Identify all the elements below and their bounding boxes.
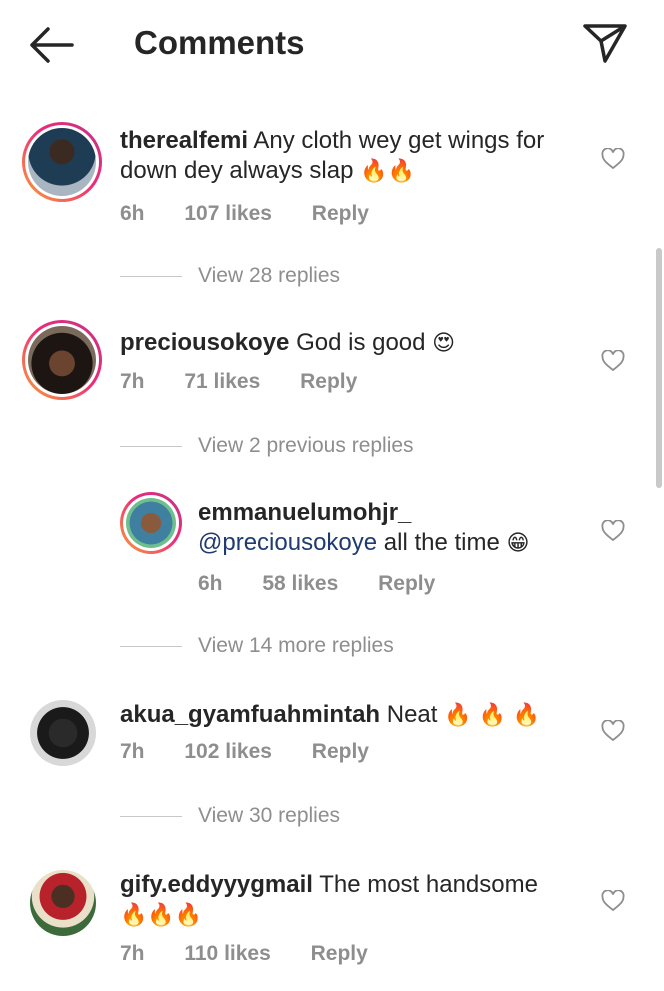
- reply-button[interactable]: Reply: [300, 370, 357, 393]
- heart-outline-icon[interactable]: [601, 890, 625, 912]
- comment-text: preciousokoye God is good 😍: [120, 328, 590, 359]
- comment-username[interactable]: preciousokoye: [120, 329, 289, 356]
- comment-text: gify.eddyyygmail The most handsome 🔥🔥🔥: [120, 870, 580, 931]
- view-replies-link[interactable]: View 28 replies: [120, 264, 340, 288]
- fire-emoji: 🔥🔥🔥: [120, 903, 203, 928]
- reply-button[interactable]: Reply: [378, 572, 435, 595]
- reply-button[interactable]: Reply: [311, 942, 368, 965]
- comment-item: preciousokoye God is good 😍 7h 71 likes …: [0, 320, 664, 470]
- comment-likes[interactable]: 110 likes: [184, 942, 270, 965]
- header-bar: Comments: [0, 0, 664, 92]
- heart-outline-icon[interactable]: [601, 148, 625, 170]
- avatar[interactable]: [30, 870, 96, 936]
- comment-username[interactable]: gify.eddyyygmail: [120, 871, 313, 898]
- heart-eyes-emoji: 😍: [432, 331, 456, 356]
- comment-likes[interactable]: 71 likes: [184, 370, 260, 393]
- comment-time: 6h: [120, 202, 145, 225]
- comment-item: gify.eddyyygmail The most handsome 🔥🔥🔥 7…: [0, 868, 664, 991]
- arrow-left-icon[interactable]: [26, 26, 76, 64]
- mention-link[interactable]: @preciousokoye: [198, 529, 377, 556]
- fire-emoji: 🔥 🔥 🔥: [444, 703, 541, 728]
- avatar[interactable]: [22, 122, 102, 202]
- comment-text: therealfemi Any cloth wey get wings for …: [120, 126, 590, 187]
- reply-likes[interactable]: 58 likes: [262, 572, 338, 595]
- scrollbar[interactable]: [656, 248, 662, 488]
- comment-item: therealfemi Any cloth wey get wings for …: [0, 118, 664, 298]
- reply-body: all the time: [383, 529, 500, 556]
- comment-username[interactable]: therealfemi: [120, 127, 248, 154]
- avatar[interactable]: [30, 700, 96, 766]
- view-previous-replies-link[interactable]: View 2 previous replies: [120, 434, 414, 458]
- reply-button[interactable]: Reply: [312, 202, 369, 225]
- comment-time: 7h: [120, 942, 145, 965]
- comment-text: akua_gyamfuahmintah Neat 🔥 🔥 🔥: [120, 700, 590, 731]
- grin-emoji: 😁: [506, 531, 530, 556]
- view-replies-link[interactable]: View 30 replies: [120, 804, 340, 828]
- reply-button[interactable]: Reply: [312, 740, 369, 763]
- paper-plane-icon[interactable]: [582, 22, 628, 64]
- comment-likes[interactable]: 102 likes: [184, 740, 272, 763]
- comment-body: Neat: [386, 701, 438, 728]
- comment-time: 7h: [120, 370, 145, 393]
- reply-username[interactable]: emmanuelumohjr_: [198, 498, 598, 528]
- heart-outline-icon[interactable]: [601, 520, 625, 542]
- comment-username[interactable]: akua_gyamfuahmintah: [120, 701, 380, 728]
- comment-time: 7h: [120, 740, 145, 763]
- avatar[interactable]: [120, 492, 182, 554]
- divider-line: [120, 445, 182, 447]
- fire-emoji: 🔥🔥: [360, 159, 415, 184]
- comment-body: The most handsome: [319, 871, 538, 898]
- divider-line: [120, 815, 182, 817]
- divider-line: [120, 275, 182, 277]
- avatar[interactable]: [22, 320, 102, 400]
- comment-likes[interactable]: 107 likes: [184, 202, 272, 225]
- heart-outline-icon[interactable]: [601, 350, 625, 372]
- heart-outline-icon[interactable]: [601, 720, 625, 742]
- reply-time: 6h: [198, 572, 223, 595]
- divider-line: [120, 645, 182, 647]
- comment-item: akua_gyamfuahmintah Neat 🔥 🔥 🔥 7h 102 li…: [0, 698, 664, 838]
- reply-item: emmanuelumohjr_ @preciousokoye all the t…: [0, 492, 664, 662]
- comment-body: God is good: [296, 329, 426, 356]
- view-more-replies-link[interactable]: View 14 more replies: [120, 634, 394, 658]
- reply-text: emmanuelumohjr_ @preciousokoye all the t…: [198, 498, 598, 559]
- page-title: Comments: [134, 24, 305, 61]
